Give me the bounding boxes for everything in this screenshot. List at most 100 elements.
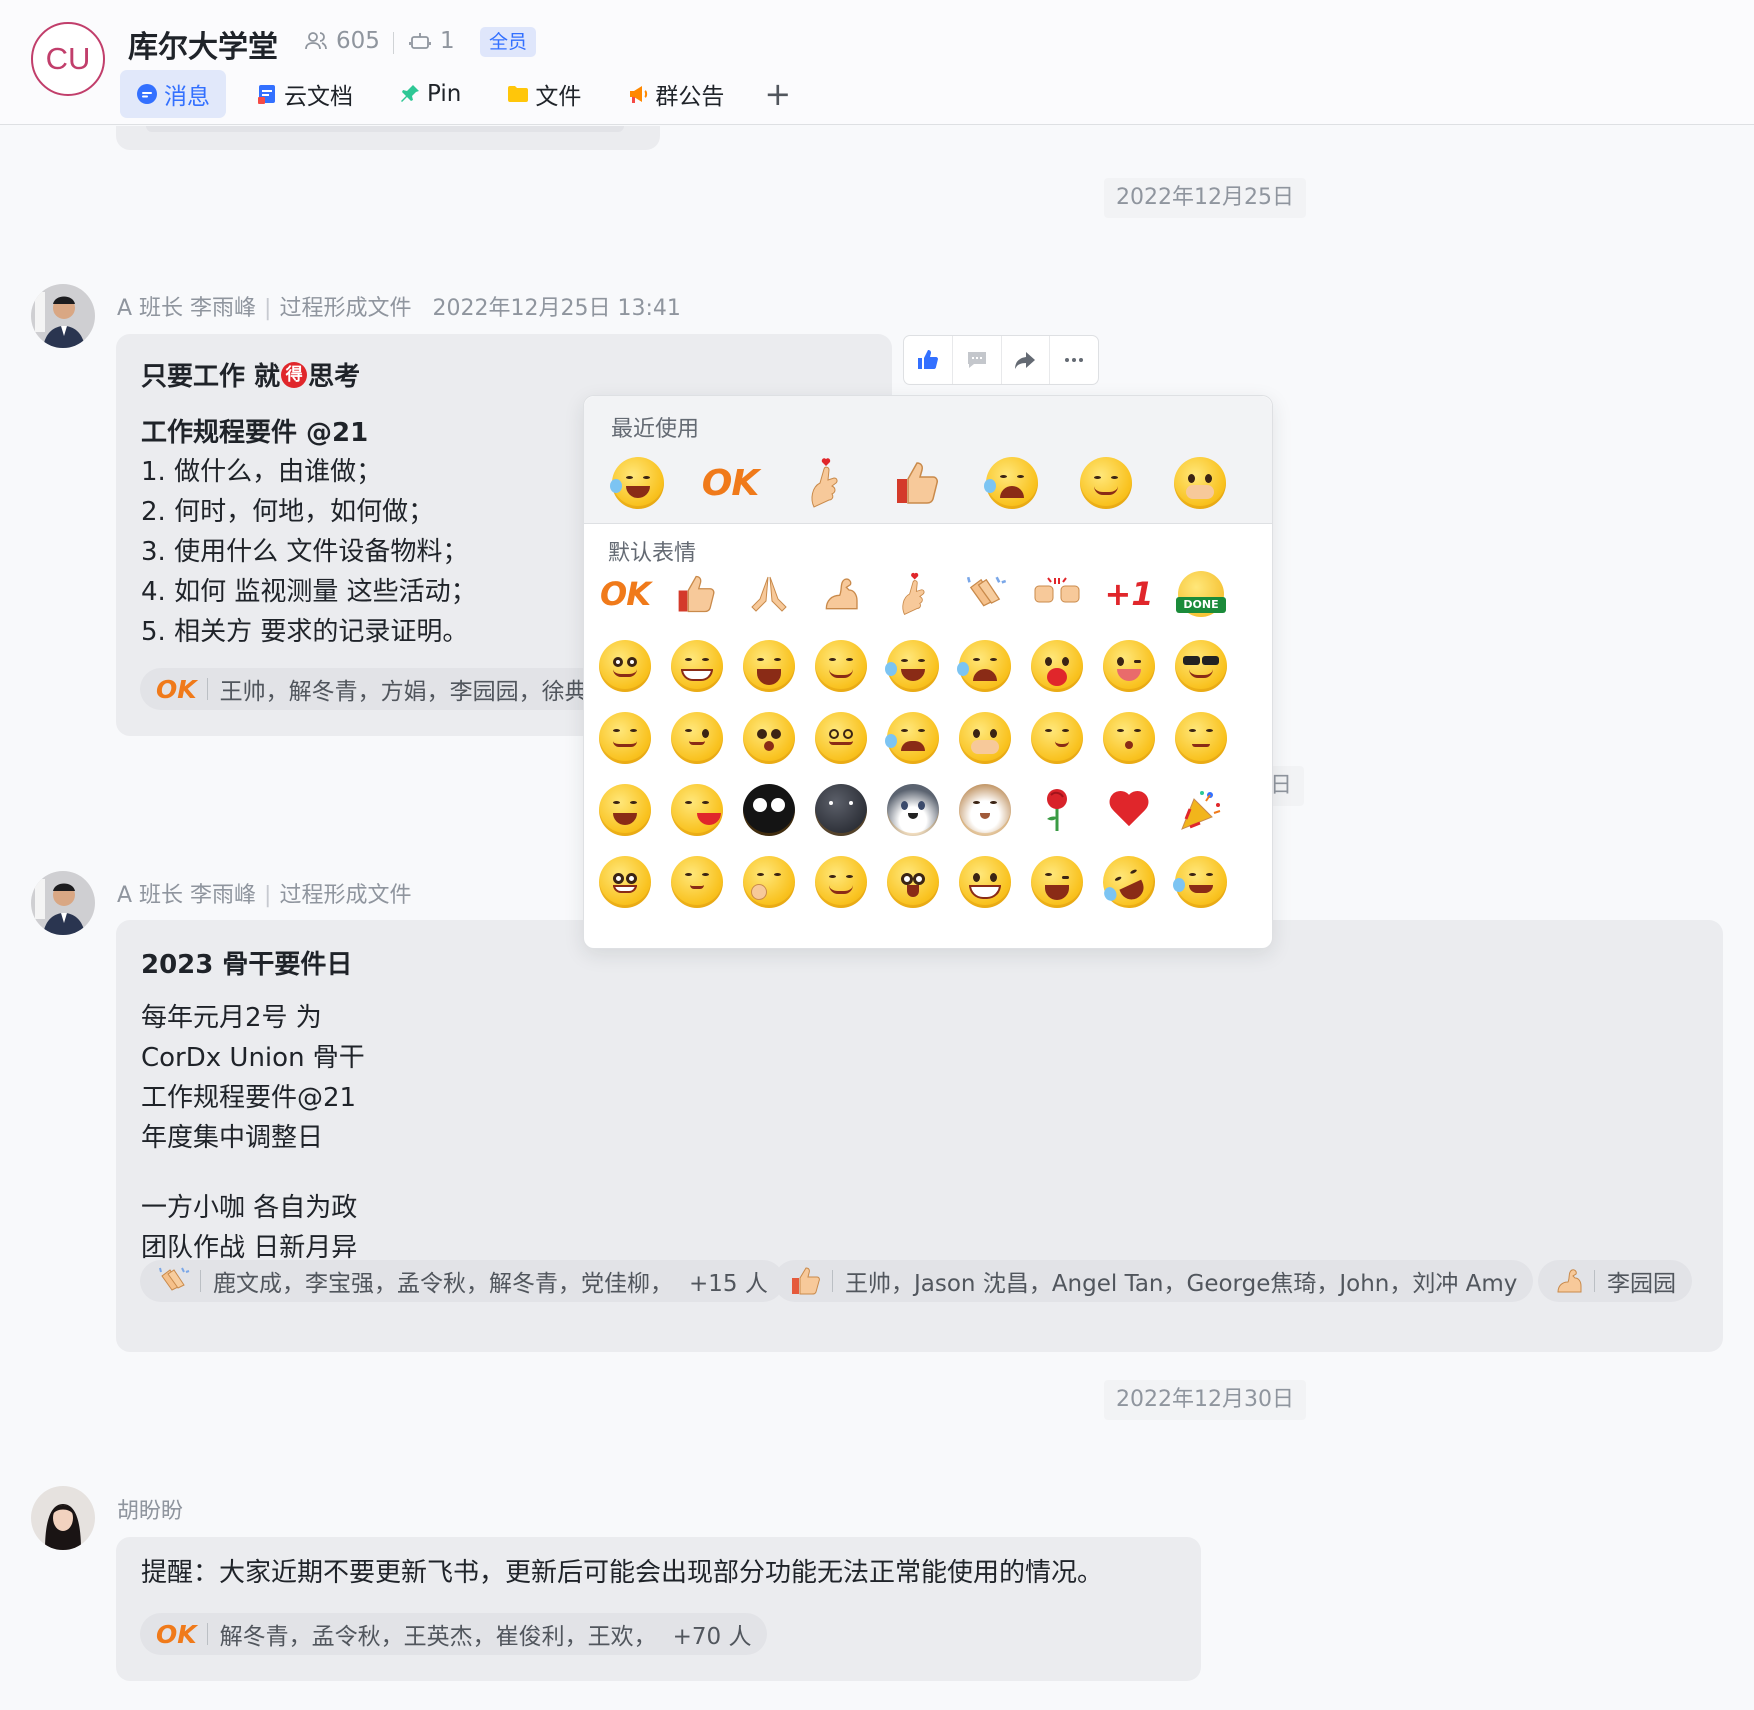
- avatar[interactable]: [31, 871, 95, 935]
- message-body: 每年元月2号 为 CorDx Union 骨干 工作规程要件@21 年度集中调整…: [141, 998, 365, 1158]
- slap-emoji[interactable]: [594, 779, 656, 841]
- plus-one-text: +1: [1104, 575, 1154, 613]
- tab-announcement[interactable]: 群公告: [611, 70, 740, 118]
- husky-emoji[interactable]: [882, 779, 944, 841]
- sender-name[interactable]: A 班长 李雨峰: [117, 883, 256, 908]
- tab-files[interactable]: 文件: [491, 70, 597, 118]
- avatar[interactable]: [31, 284, 95, 348]
- reaction-clap[interactable]: 鹿文成，李宝强，孟令秋，解冬青，党佳柳， +15 人: [140, 1260, 784, 1302]
- divider: [393, 32, 394, 54]
- tongue-emoji[interactable]: [1098, 635, 1160, 697]
- laugh-emoji[interactable]: [738, 635, 800, 697]
- smirk-emoji[interactable]: [1026, 707, 1088, 769]
- unamused-emoji[interactable]: [1170, 707, 1232, 769]
- finger-heart-emoji[interactable]: [882, 563, 944, 625]
- member-count[interactable]: 605: [304, 28, 380, 54]
- ok-icon: OK: [156, 674, 197, 704]
- done-text: DONE: [1176, 597, 1226, 613]
- body-line: 每年元月2号 为: [141, 1003, 322, 1033]
- reply-button[interactable]: [953, 336, 1002, 384]
- rose-emoji[interactable]: [1026, 779, 1088, 841]
- date-divider: 2022年12月25日: [1104, 178, 1306, 218]
- sender-tag: 过程形成文件: [279, 883, 412, 908]
- avatar[interactable]: [31, 1486, 95, 1550]
- ok-emoji[interactable]: OK: [699, 452, 761, 514]
- reaction-more[interactable]: +15 人: [689, 1264, 768, 1298]
- clap-emoji[interactable]: [954, 563, 1016, 625]
- finger-heart-emoji[interactable]: [793, 452, 855, 514]
- beam-emoji[interactable]: [954, 851, 1016, 913]
- tab-docs[interactable]: 云文档: [240, 70, 369, 118]
- bot-count[interactable]: 1: [408, 28, 455, 54]
- cool-emoji[interactable]: [1170, 635, 1232, 697]
- shy-emoji[interactable]: [1169, 452, 1231, 514]
- smile-emoji[interactable]: [594, 635, 656, 697]
- rofl-emoji[interactable]: [1094, 847, 1164, 917]
- thumbs-up-emoji[interactable]: [666, 563, 728, 625]
- more-button[interactable]: [1050, 336, 1098, 384]
- party-emoji[interactable]: [1170, 779, 1232, 841]
- laughing-emoji[interactable]: [1026, 851, 1088, 913]
- ok-emoji[interactable]: OK: [594, 563, 656, 625]
- kiss-emoji[interactable]: [1098, 707, 1160, 769]
- smile-emoji[interactable]: [1075, 452, 1137, 514]
- avatar-photo: [31, 1486, 95, 1550]
- proud-emoji[interactable]: [810, 635, 872, 697]
- thinking-emoji[interactable]: [666, 707, 728, 769]
- reaction-more[interactable]: +70 人: [673, 1617, 752, 1651]
- tearful-emoji[interactable]: [1170, 851, 1232, 913]
- grin-emoji[interactable]: [666, 635, 728, 697]
- tab-pin[interactable]: Pin: [383, 70, 477, 118]
- starstruck-emoji[interactable]: [882, 851, 944, 913]
- message-bubble[interactable]: 2023 骨干要件日 每年元月2号 为 CorDx Union 骨干 工作规程要…: [116, 920, 1723, 1352]
- reaction-ok[interactable]: OK 解冬青，孟令秋，王英杰，崔俊利，王欢， +70 人: [140, 1613, 768, 1655]
- thumbs-up-button[interactable]: [904, 336, 953, 384]
- silly-emoji[interactable]: [594, 851, 656, 913]
- tab-label: 文件: [535, 84, 582, 110]
- sender-name[interactable]: A 班长 李雨峰: [117, 296, 256, 321]
- laugh-tears-emoji[interactable]: [607, 452, 669, 514]
- muscle-emoji[interactable]: [810, 563, 872, 625]
- sleepy-emoji[interactable]: [666, 851, 728, 913]
- crying-emoji[interactable]: [981, 452, 1043, 514]
- facepalm-emoji[interactable]: [594, 707, 656, 769]
- shocked-emoji[interactable]: [738, 707, 800, 769]
- reaction-users: 李园园: [1607, 1271, 1676, 1297]
- dark-face-emoji[interactable]: [810, 779, 872, 841]
- ok-emoji-text: OK: [600, 575, 651, 613]
- body-line: 一方小咖 各自为政: [141, 1193, 358, 1223]
- sender-name[interactable]: 胡盼盼: [117, 1499, 183, 1524]
- fist-bump-emoji[interactable]: [1026, 563, 1088, 625]
- thumbs-up-emoji[interactable]: [887, 452, 949, 514]
- heart-emoji[interactable]: [1098, 779, 1160, 841]
- cat-emoji[interactable]: [954, 779, 1016, 841]
- tab-messages[interactable]: 消息: [120, 70, 226, 118]
- message-bubble[interactable]: 提醒：大家近期不要更新飞书，更新后可能会出现部分功能无法正常能使用的情况。 OK…: [116, 1537, 1201, 1681]
- black-face-emoji[interactable]: [738, 779, 800, 841]
- add-tab-button[interactable]: +: [754, 70, 801, 118]
- done-emoji[interactable]: DONE: [1170, 563, 1232, 625]
- body-line: 3. 使用什么 文件设备物料；: [141, 537, 469, 567]
- dizzy-emoji[interactable]: [810, 707, 872, 769]
- crying-emoji[interactable]: [954, 635, 1016, 697]
- message-title: 只要工作 就得思考: [141, 356, 360, 393]
- group-avatar[interactable]: CU: [31, 22, 105, 96]
- blush-emoji[interactable]: [810, 851, 872, 913]
- hush-emoji[interactable]: [738, 851, 800, 913]
- puke-emoji[interactable]: [666, 779, 728, 841]
- pray-emoji[interactable]: [738, 563, 800, 625]
- forward-button[interactable]: [1002, 336, 1051, 384]
- shy-emoji[interactable]: [954, 707, 1016, 769]
- sad-emoji[interactable]: [882, 707, 944, 769]
- plus-one-emoji[interactable]: +1: [1098, 563, 1160, 625]
- reaction-muscle[interactable]: 李园园: [1538, 1260, 1692, 1302]
- date-divider: 2022年12月30日: [1104, 1380, 1306, 1420]
- group-name[interactable]: 库尔大学堂: [128, 22, 278, 66]
- laugh-tears-emoji[interactable]: [882, 635, 944, 697]
- reaction-thumbs-up[interactable]: 王帅，Jason 沈昌，Angel Tan，George焦琦，John，刘冲 A…: [774, 1260, 1534, 1302]
- doc-icon: [258, 85, 275, 104]
- separator: [200, 1270, 201, 1292]
- announcement-icon: [630, 86, 648, 103]
- message-hover-toolbar: [903, 335, 1099, 385]
- love-emoji[interactable]: [1026, 635, 1088, 697]
